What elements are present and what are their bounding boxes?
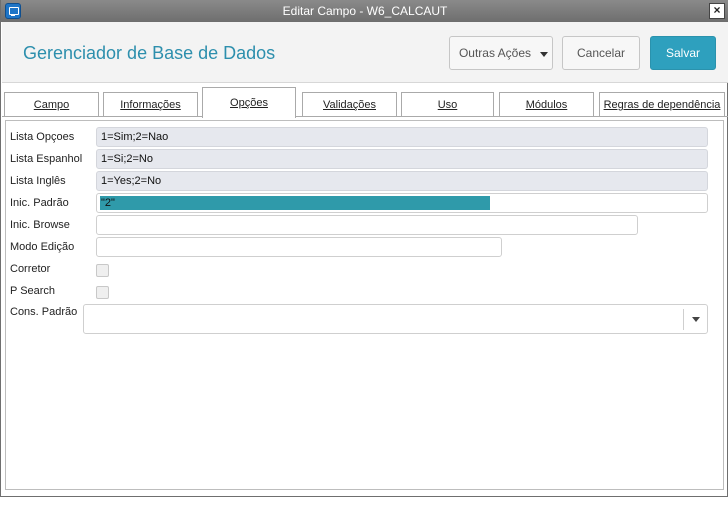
corretor-checkbox[interactable] xyxy=(96,264,109,277)
lista-ingles-label: Lista Inglês xyxy=(10,175,66,187)
cons-padrao-label: Cons. Padrão xyxy=(10,306,78,318)
combo-separator xyxy=(683,309,684,330)
corretor-label: Corretor xyxy=(10,263,51,275)
lista-espanhol-field[interactable]: 1=Si;2=No xyxy=(96,149,708,169)
lista-ingles-field[interactable]: 1=Yes;2=No xyxy=(96,171,708,191)
inic-browse-input[interactable] xyxy=(96,215,638,235)
tab-divider xyxy=(2,116,728,117)
page-title: Gerenciador de Base de Dados xyxy=(23,43,276,63)
p-search-checkbox[interactable] xyxy=(96,286,109,299)
tab-validacoes[interactable]: Validações xyxy=(302,92,397,117)
tab-modulos[interactable]: Módulos xyxy=(499,92,594,117)
lista-espanhol-label: Lista Espanhol xyxy=(10,153,83,165)
inic-padrao-value: "2" xyxy=(100,196,490,210)
tab-regras-dependencia[interactable]: Regras de dependência xyxy=(599,92,725,117)
modo-edicao-input[interactable] xyxy=(96,237,502,257)
cons-padrao-select[interactable] xyxy=(83,304,708,334)
close-icon[interactable]: × xyxy=(709,3,725,19)
tab-informacoes[interactable]: Informações xyxy=(103,92,198,117)
window-title: Editar Campo - W6_CALCAUT xyxy=(282,4,448,18)
tab-uso[interactable]: Uso xyxy=(401,92,494,117)
tab-bar: Campo Informações Opções Validações Uso … xyxy=(2,87,728,118)
cancel-button[interactable]: Cancelar xyxy=(562,36,640,70)
lista-opcoes-label: Lista Opçoes xyxy=(10,131,75,143)
p-search-label: P Search xyxy=(10,285,56,297)
inic-padrao-label: Inic. Padrão xyxy=(10,197,69,209)
background-strip xyxy=(0,497,728,505)
chevron-down-icon[interactable] xyxy=(692,317,700,322)
modo-edicao-label: Modo Edição xyxy=(10,241,75,253)
outras-acoes-label: Outras Ações xyxy=(458,46,532,60)
header: Gerenciador de Base de Dados Outras Açõe… xyxy=(2,22,728,83)
chevron-down-icon xyxy=(540,52,548,57)
lista-opcoes-field[interactable]: 1=Sim;2=Nao xyxy=(96,127,708,147)
edit-field-window: Editar Campo - W6_CALCAUT × Gerenciador … xyxy=(0,0,728,497)
save-button[interactable]: Salvar xyxy=(650,36,716,70)
inic-padrao-input[interactable]: "2" xyxy=(96,193,708,213)
title-bar: Editar Campo - W6_CALCAUT × xyxy=(1,0,728,22)
inic-browse-label: Inic. Browse xyxy=(10,219,70,231)
outras-acoes-button[interactable]: Outras Ações xyxy=(449,36,553,70)
tab-opcoes[interactable]: Opções xyxy=(202,87,296,118)
tab-campo[interactable]: Campo xyxy=(4,92,99,117)
